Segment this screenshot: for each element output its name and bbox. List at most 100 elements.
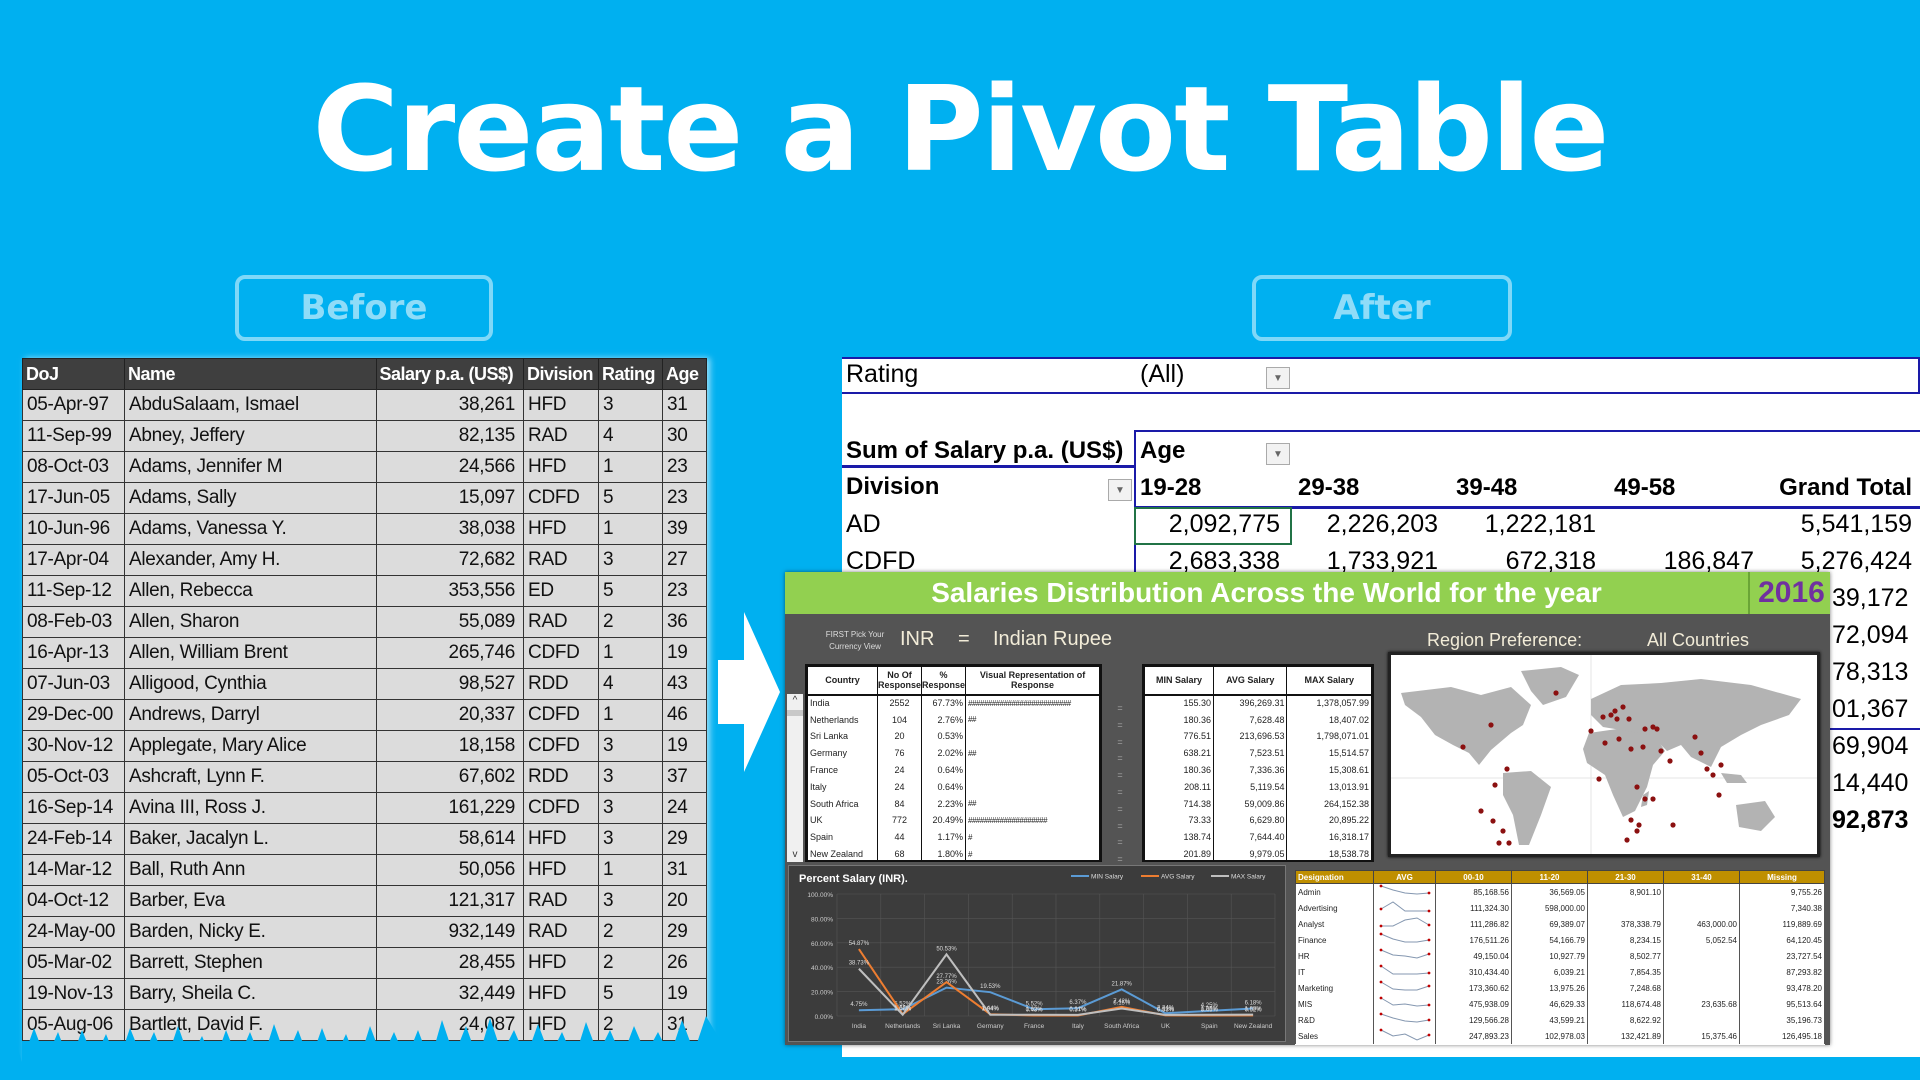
table-cell[interactable]: 3 — [598, 761, 663, 793]
table-cell[interactable]: Allen, Sharon — [123, 606, 377, 638]
table-cell[interactable]: 15,097 — [375, 482, 525, 514]
table-cell[interactable]: 19 — [661, 978, 707, 1010]
table-cell[interactable]: 16-Sep-14 — [22, 792, 125, 824]
table-cell[interactable]: 3 — [598, 544, 663, 576]
table-cell[interactable]: 5 — [598, 575, 663, 607]
table-cell[interactable]: 31 — [661, 854, 707, 886]
table-cell[interactable]: 18,158 — [375, 730, 525, 762]
table-cell[interactable]: Abney, Jeffery — [123, 420, 377, 452]
table-cell[interactable]: 24,566 — [375, 451, 525, 483]
table-cell[interactable]: 17-Apr-04 — [22, 544, 125, 576]
table-cell[interactable]: 16-Apr-13 — [22, 637, 125, 669]
table-cell[interactable]: 43 — [661, 668, 707, 700]
table-cell[interactable]: 20 — [661, 885, 707, 917]
table-cell[interactable]: 3 — [598, 389, 663, 421]
table-cell[interactable]: 36 — [661, 606, 707, 638]
table-cell[interactable]: 38,038 — [375, 513, 525, 545]
table-cell[interactable]: CDFD — [523, 792, 600, 824]
table-cell[interactable]: 1 — [598, 513, 663, 545]
table-cell[interactable]: Applegate, Mary Alice — [123, 730, 377, 762]
table-cell[interactable]: 24-May-00 — [22, 916, 125, 948]
table-cell[interactable]: 1 — [598, 854, 663, 886]
table-cell[interactable]: RDD — [523, 761, 600, 793]
table-cell[interactable]: 5 — [598, 482, 663, 514]
table-cell[interactable]: 32,449 — [375, 978, 525, 1010]
table-cell[interactable]: 08-Feb-03 — [22, 606, 125, 638]
table-cell[interactable]: 67,602 — [375, 761, 525, 793]
selected-cell[interactable] — [1134, 507, 1292, 545]
table-cell[interactable]: RAD — [523, 916, 600, 948]
table-cell[interactable]: Adams, Sally — [123, 482, 377, 514]
table-cell[interactable]: 19 — [661, 637, 707, 669]
table-cell[interactable]: CDFD — [523, 730, 600, 762]
table-cell[interactable]: 11-Sep-12 — [22, 575, 125, 607]
table-cell[interactable]: 24-Feb-14 — [22, 823, 125, 855]
table-cell[interactable]: Barrett, Stephen — [123, 947, 377, 979]
pivot-value-cell[interactable]: 1,222,181 — [1450, 510, 1596, 539]
table-cell[interactable]: RAD — [523, 420, 600, 452]
table-cell[interactable]: 55,089 — [375, 606, 525, 638]
table-cell[interactable]: Ashcraft, Lynn F. — [123, 761, 377, 793]
table-cell[interactable]: 04-Oct-12 — [22, 885, 125, 917]
table-cell[interactable]: 39 — [661, 513, 707, 545]
table-cell[interactable]: 1 — [598, 699, 663, 731]
table-cell[interactable]: 29 — [661, 916, 707, 948]
table-cell[interactable]: Barry, Sheila C. — [123, 978, 377, 1010]
table-cell[interactable]: 37 — [661, 761, 707, 793]
table-cell[interactable]: 3 — [598, 885, 663, 917]
table-cell[interactable]: 72,682 — [375, 544, 525, 576]
table-cell[interactable]: 5 — [598, 978, 663, 1010]
table-cell[interactable]: 46 — [661, 699, 707, 731]
table-cell[interactable]: 1 — [598, 451, 663, 483]
table-cell[interactable]: 11-Sep-99 — [22, 420, 125, 452]
table-cell[interactable]: 121,317 — [375, 885, 525, 917]
table-cell[interactable]: 24 — [661, 792, 707, 824]
table-cell[interactable]: 161,229 — [375, 792, 525, 824]
table-cell[interactable]: 14-Mar-12 — [22, 854, 125, 886]
table-cell[interactable]: 31 — [661, 389, 707, 421]
table-cell[interactable]: 3 — [598, 792, 663, 824]
table-cell[interactable]: 23 — [661, 575, 707, 607]
table-cell[interactable]: ED — [523, 575, 600, 607]
table-cell[interactable]: Ball, Ruth Ann — [123, 854, 377, 886]
table-cell[interactable]: 05-Mar-02 — [22, 947, 125, 979]
table-cell[interactable]: Andrews, Darryl — [123, 699, 377, 731]
table-cell[interactable]: Allen, Rebecca — [123, 575, 377, 607]
table-cell[interactable]: 3 — [598, 823, 663, 855]
table-cell[interactable]: RDD — [523, 668, 600, 700]
table-cell[interactable]: 08-Oct-03 — [22, 451, 125, 483]
filter-dropdown-button[interactable]: ▼ — [1266, 367, 1290, 389]
row-field-dropdown-button[interactable]: ▼ — [1108, 479, 1132, 501]
table-cell[interactable]: 29-Dec-00 — [22, 699, 125, 731]
country-scrollbar[interactable]: ^ v — [787, 694, 803, 862]
table-cell[interactable]: Avina III, Ross J. — [123, 792, 377, 824]
table-cell[interactable]: RAD — [523, 885, 600, 917]
table-cell[interactable]: RAD — [523, 606, 600, 638]
table-cell[interactable]: Adams, Vanessa Y. — [123, 513, 377, 545]
table-cell[interactable]: HFD — [523, 854, 600, 886]
pivot-value-cell[interactable]: 5,541,159 — [1801, 510, 1912, 539]
table-cell[interactable]: 265,746 — [375, 637, 525, 669]
table-cell[interactable]: 05-Apr-97 — [22, 389, 125, 421]
table-cell[interactable]: HFD — [523, 823, 600, 855]
table-cell[interactable]: 353,556 — [375, 575, 525, 607]
table-cell[interactable]: 19 — [661, 730, 707, 762]
table-cell[interactable]: 98,527 — [375, 668, 525, 700]
table-cell[interactable]: 30 — [661, 420, 707, 452]
table-cell[interactable]: Adams, Jennifer M — [123, 451, 377, 483]
pivot-value-cell[interactable]: 2,226,203 — [1292, 510, 1438, 539]
table-cell[interactable]: 23 — [661, 451, 707, 483]
table-cell[interactable]: Alexander, Amy H. — [123, 544, 377, 576]
table-cell[interactable]: 23 — [661, 482, 707, 514]
table-cell[interactable]: Baker, Jacalyn L. — [123, 823, 377, 855]
table-cell[interactable]: 50,056 — [375, 854, 525, 886]
scroll-up-icon[interactable]: ^ — [787, 694, 803, 708]
table-cell[interactable]: 82,135 — [375, 420, 525, 452]
table-cell[interactable]: 2 — [598, 947, 663, 979]
table-cell[interactable]: 30-Nov-12 — [22, 730, 125, 762]
table-cell[interactable]: 10-Jun-96 — [22, 513, 125, 545]
table-cell[interactable]: HFD — [523, 947, 600, 979]
table-cell[interactable]: CDFD — [523, 699, 600, 731]
table-cell[interactable]: 27 — [661, 544, 707, 576]
table-cell[interactable]: 17-Jun-05 — [22, 482, 125, 514]
